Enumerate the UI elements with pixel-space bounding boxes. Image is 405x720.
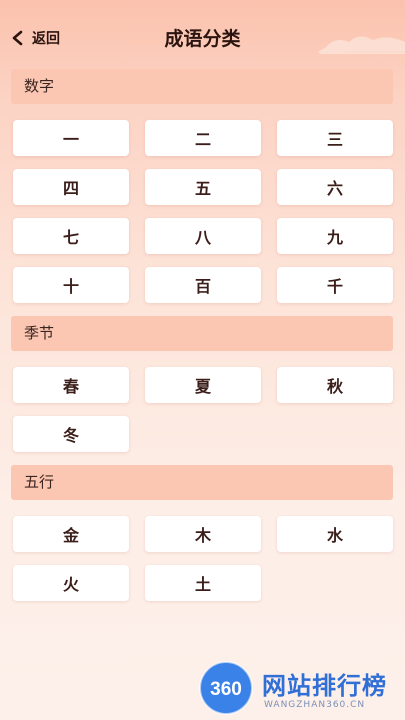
category-item[interactable]: 八: [145, 218, 261, 254]
watermark-subtext: WANGZHAN360.CN: [264, 700, 366, 710]
watermark: 360 网站排行榜 WANGZHAN360.CN: [198, 660, 403, 718]
category-item[interactable]: 夏: [145, 367, 261, 403]
section-header-numbers: 数字: [11, 69, 393, 104]
category-item[interactable]: 木: [145, 516, 261, 552]
watermark-text: 网站排行榜: [262, 672, 387, 700]
section-header-seasons: 季节: [11, 316, 393, 351]
category-item[interactable]: 千: [277, 267, 393, 303]
category-item[interactable]: 秋: [277, 367, 393, 403]
category-item[interactable]: 六: [277, 169, 393, 205]
category-item[interactable]: 三: [277, 120, 393, 156]
category-item[interactable]: 火: [13, 565, 129, 601]
watermark-logo-text: 360: [210, 679, 242, 700]
section-header-five-elements: 五行: [11, 465, 393, 500]
category-item[interactable]: 春: [13, 367, 129, 403]
category-item[interactable]: 一: [13, 120, 129, 156]
category-item[interactable]: 冬: [13, 416, 129, 452]
category-item[interactable]: 七: [13, 218, 129, 254]
watermark-logo-icon: 360: [199, 661, 253, 715]
category-item[interactable]: 百: [145, 267, 261, 303]
category-item[interactable]: 四: [13, 169, 129, 205]
top-bar: 返回 成语分类: [0, 18, 405, 58]
category-item[interactable]: 水: [277, 516, 393, 552]
category-item[interactable]: 金: [13, 516, 129, 552]
category-item[interactable]: 二: [145, 120, 261, 156]
category-item[interactable]: 十: [13, 267, 129, 303]
category-item[interactable]: 五: [145, 169, 261, 205]
page-title: 成语分类: [164, 28, 241, 50]
category-item[interactable]: 九: [277, 218, 393, 254]
category-item[interactable]: 土: [145, 565, 261, 601]
